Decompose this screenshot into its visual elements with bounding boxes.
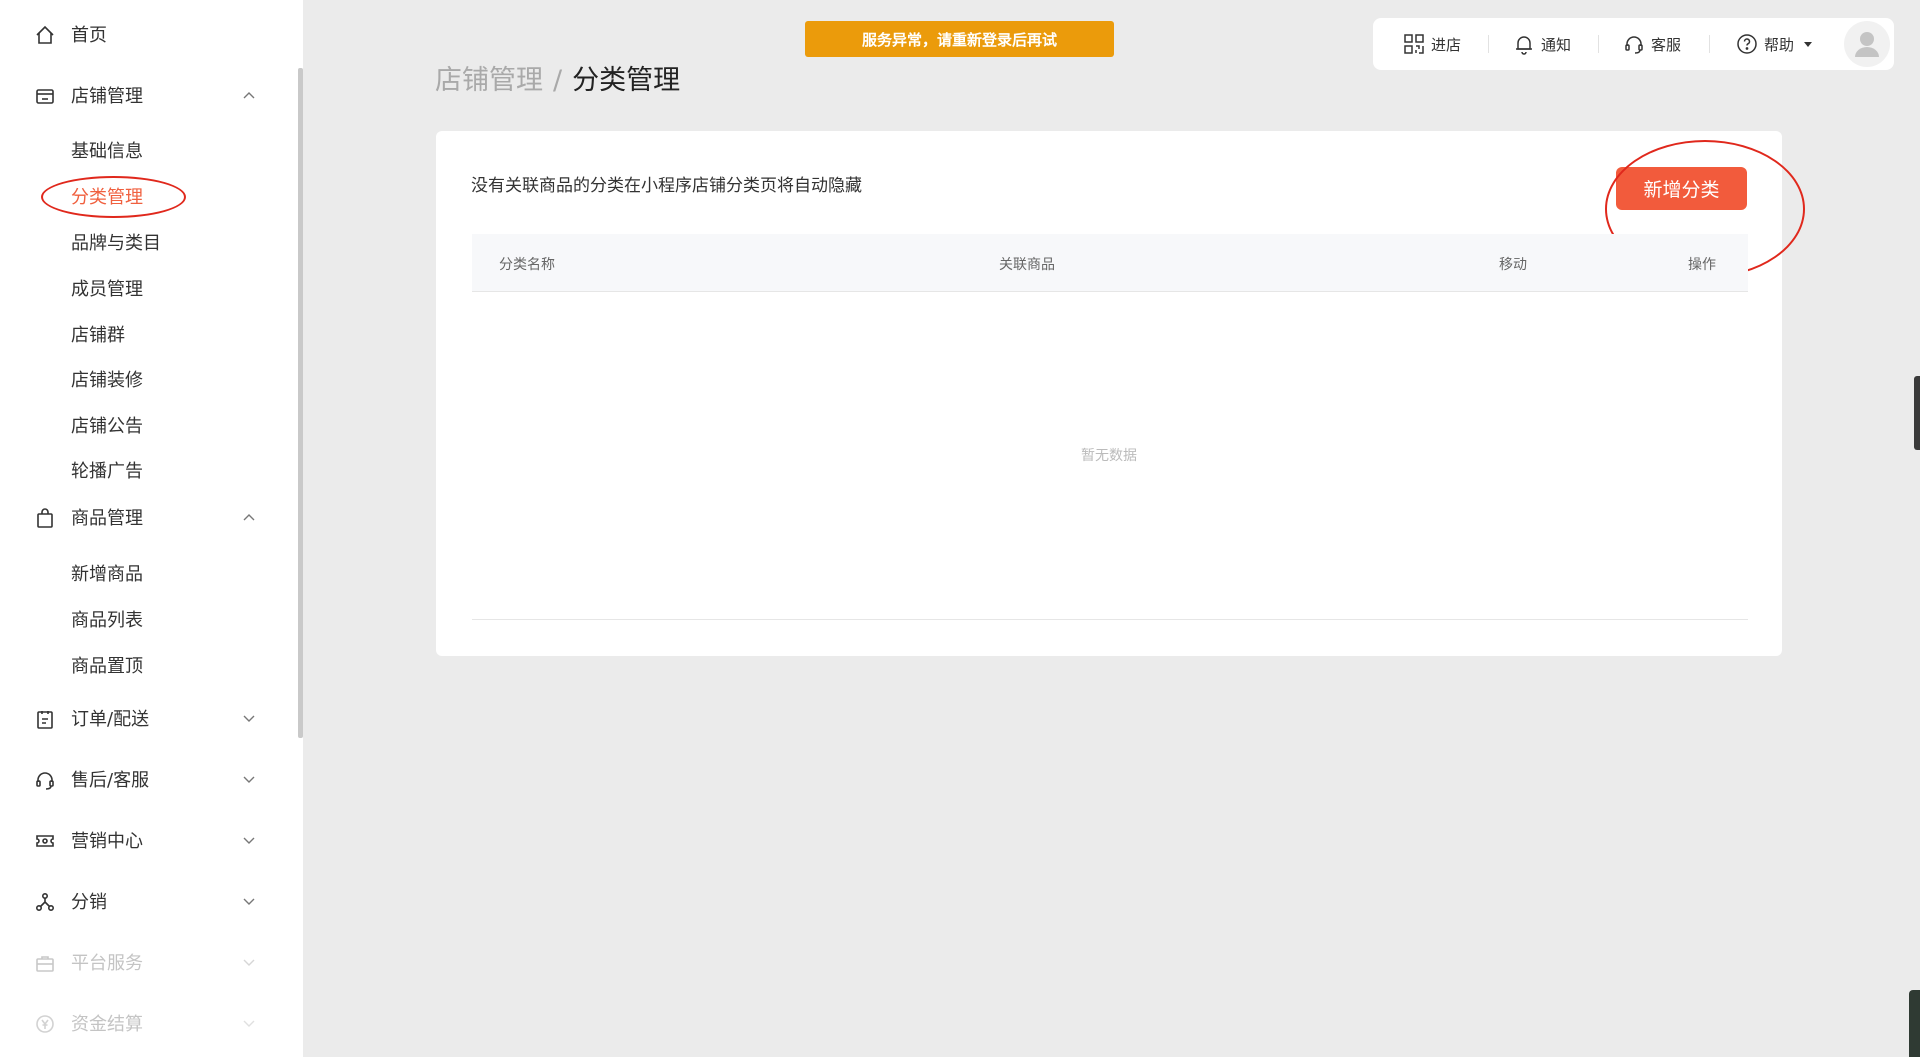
sidebar-scrollbar[interactable]: [298, 68, 303, 738]
floating-side-widget[interactable]: [1914, 376, 1920, 450]
headset-icon: [1625, 36, 1643, 54]
divider: [1709, 35, 1710, 53]
table-bottom-divider: [472, 619, 1748, 620]
nav-fund-settlement[interactable]: 资金结算: [0, 1003, 290, 1043]
chevron-down-icon: [243, 898, 255, 905]
qrcode-icon: [1404, 34, 1424, 54]
nav-orders-label: 订单/配送: [71, 709, 150, 730]
sidebar-item-label: 新增商品: [71, 564, 143, 585]
sidebar-item-label: 成员管理: [71, 279, 143, 300]
chevron-up-icon: [243, 92, 255, 99]
sidebar-item-store-notice[interactable]: 店铺公告: [0, 405, 290, 441]
breadcrumb-parent[interactable]: 店铺管理: [435, 65, 543, 96]
sidebar: 首页 店铺管理 基础信息 分类管理 品牌与类目 成员管理 店铺群 店铺装修 店铺…: [0, 0, 303, 1057]
nav-platform-services[interactable]: 平台服务: [0, 942, 290, 982]
column-header-linked-goods: 关联商品: [999, 257, 1055, 273]
nav-goods-management[interactable]: 商品管理: [0, 497, 290, 537]
top-toolbar: 进店 通知 客服 帮助: [1373, 18, 1894, 70]
sidebar-item-label: 基础信息: [71, 141, 143, 162]
chevron-down-icon: [243, 1020, 255, 1027]
chevron-down-icon: [243, 959, 255, 966]
user-icon: [1855, 32, 1879, 57]
sidebar-item-carousel-ads[interactable]: 轮播广告: [0, 450, 290, 486]
nav-fund-settlement-label: 资金结算: [71, 1014, 143, 1035]
avatar[interactable]: [1844, 21, 1890, 67]
chevron-down-icon: [243, 776, 255, 783]
add-category-button[interactable]: 新增分类: [1616, 167, 1747, 210]
sidebar-item-goods-pin[interactable]: 商品置顶: [0, 645, 290, 681]
bell-icon: [1516, 36, 1532, 55]
column-header-move: 移动: [1499, 257, 1527, 273]
sidebar-item-members[interactable]: 成员管理: [0, 268, 290, 304]
enter-store-button[interactable]: 进店: [1403, 32, 1461, 56]
nav-home[interactable]: 首页: [0, 14, 290, 54]
table-header: 分类名称 关联商品 移动 操作: [472, 234, 1748, 292]
nav-distribution[interactable]: 分销: [0, 881, 290, 921]
notification-label: 通知: [1541, 35, 1572, 54]
chevron-down-icon: [243, 837, 255, 844]
sidebar-item-label: 分类管理: [71, 187, 143, 208]
floating-side-widget[interactable]: [1909, 990, 1920, 1057]
nav-orders[interactable]: 订单/配送: [0, 698, 290, 738]
nav-marketing-label: 营销中心: [71, 831, 143, 852]
hint-text: 没有关联商品的分类在小程序店铺分类页将自动隐藏: [471, 176, 862, 196]
sidebar-item-label: 品牌与类目: [71, 233, 161, 254]
chevron-down-icon: [243, 715, 255, 722]
ticket-icon: [36, 835, 54, 847]
help-dropdown[interactable]: 帮助: [1736, 32, 1814, 56]
sidebar-item-label: 店铺群: [71, 325, 125, 346]
nav-store-management[interactable]: 店铺管理: [0, 75, 290, 115]
home-icon: [36, 25, 54, 44]
breadcrumb-separator: /: [553, 65, 563, 96]
nav-home-label: 首页: [71, 25, 107, 46]
sidebar-item-label: 店铺装修: [71, 370, 143, 391]
sidebar-item-store-decoration[interactable]: 店铺装修: [0, 359, 290, 395]
nav-store-management-label: 店铺管理: [71, 86, 143, 107]
shopping-bag-icon: [37, 508, 53, 528]
caret-down-icon: [1804, 42, 1813, 47]
customer-service-button[interactable]: 客服: [1623, 32, 1681, 56]
sidebar-item-label: 轮播广告: [71, 461, 143, 482]
breadcrumb: 店铺管理 / 分类管理: [435, 58, 680, 97]
nav-goods-management-label: 商品管理: [71, 508, 143, 529]
sidebar-item-add-goods[interactable]: 新增商品: [0, 553, 290, 589]
question-circle-icon: [1737, 34, 1757, 54]
headset-icon: [36, 772, 54, 790]
column-header-category-name: 分类名称: [499, 257, 555, 273]
sidebar-item-category-management[interactable]: 分类管理: [0, 176, 290, 212]
sidebar-item-label: 店铺公告: [71, 416, 143, 437]
divider: [1488, 35, 1489, 53]
notification-button[interactable]: 通知: [1513, 32, 1571, 56]
yuan-coin-icon: [36, 1015, 54, 1033]
customer-service-label: 客服: [1651, 35, 1682, 54]
nav-platform-services-label: 平台服务: [71, 953, 143, 974]
clipboard-icon: [37, 711, 53, 729]
nav-distribution-label: 分销: [71, 892, 107, 913]
sidebar-item-basic-info[interactable]: 基础信息: [0, 130, 290, 166]
category-card: 没有关联商品的分类在小程序店铺分类页将自动隐藏 新增分类 分类名称 关联商品 移…: [436, 131, 1805, 656]
nav-after-sale-label: 售后/客服: [71, 770, 150, 791]
enter-store-label: 进店: [1431, 35, 1462, 54]
column-header-actions: 操作: [1688, 257, 1716, 273]
share-nodes-icon: [35, 892, 55, 912]
help-label: 帮助: [1764, 35, 1795, 54]
empty-state: 暂无数据: [1081, 448, 1137, 464]
page-title: 分类管理: [572, 65, 681, 96]
divider: [1598, 35, 1599, 53]
sidebar-item-label: 商品置顶: [71, 656, 143, 677]
sidebar-item-store-group[interactable]: 店铺群: [0, 314, 290, 350]
sidebar-item-brand-category[interactable]: 品牌与类目: [0, 222, 290, 258]
sidebar-item-goods-list[interactable]: 商品列表: [0, 599, 290, 635]
chevron-up-icon: [243, 514, 255, 521]
store-icon: [36, 89, 54, 104]
briefcase-icon: [36, 956, 54, 972]
error-banner: 服务异常，请重新登录后再试: [805, 21, 1114, 57]
nav-after-sale[interactable]: 售后/客服: [0, 759, 290, 799]
nav-marketing[interactable]: 营销中心: [0, 820, 290, 860]
sidebar-item-label: 商品列表: [71, 610, 143, 631]
